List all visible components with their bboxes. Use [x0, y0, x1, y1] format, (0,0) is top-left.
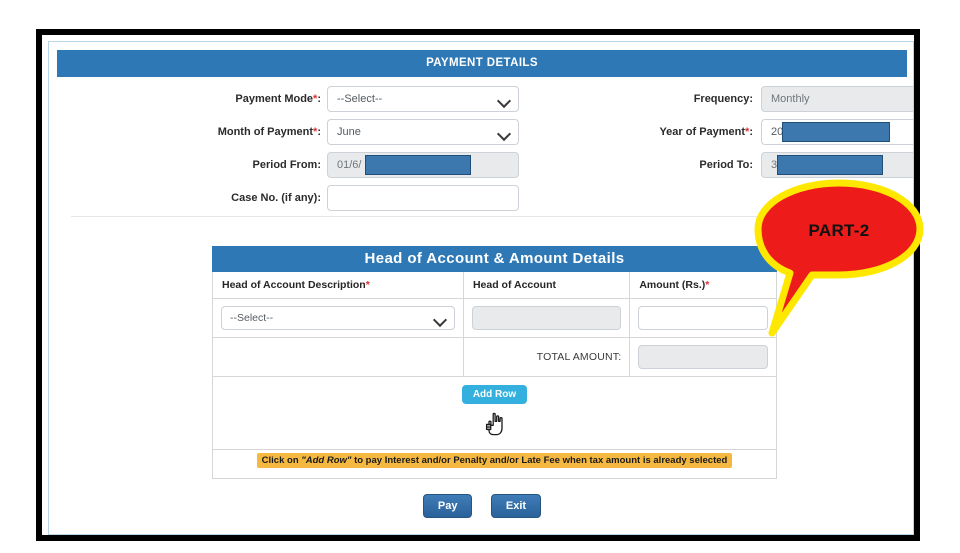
column-header-account: Head of Account	[463, 272, 631, 299]
pay-button[interactable]: Pay	[422, 494, 473, 518]
payment-details-panel: PAYMENT DETAILS Payment Mode*: --Select--…	[48, 41, 914, 535]
head-of-account-description-select[interactable]: --Select--	[221, 306, 455, 330]
label-frequency: Frequency:	[693, 93, 753, 105]
add-row-cell: Add Row	[212, 376, 777, 450]
add-row-container-row: Add Row	[212, 376, 777, 450]
select-frequency[interactable]: Monthly	[761, 86, 913, 112]
cell-description: --Select--	[212, 298, 464, 338]
chevron-down-icon	[432, 312, 448, 328]
screenshot-frame: PAYMENT DETAILS Payment Mode*: --Select--…	[36, 29, 920, 541]
total-amount-cell	[629, 337, 777, 377]
amount-input[interactable]	[638, 306, 768, 330]
label-year-of-payment: Year of Payment*:	[659, 126, 753, 138]
column-header-description: Head of Account Description*	[212, 272, 464, 299]
select-year-of-payment[interactable]: 20	[761, 119, 913, 145]
total-spacer-cell	[212, 337, 464, 377]
redaction-bar	[782, 122, 890, 142]
table-header-row: Head of Account Description* Head of Acc…	[212, 272, 777, 299]
head-of-account-table: Head of Account Description* Head of Acc…	[212, 272, 777, 479]
redaction-bar	[777, 155, 883, 175]
note-emphasis: "Add Row"	[301, 455, 352, 466]
column-header-amount-label: Amount (Rs.)	[639, 279, 706, 291]
field-row: Year of Payment*: 20	[49, 119, 913, 145]
head-of-account-title: Head of Account & Amount Details	[212, 246, 777, 272]
head-of-account-section: Head of Account & Amount Details Head of…	[212, 246, 777, 479]
note-suffix: to pay Interest and/or Penalty and/or La…	[351, 455, 728, 466]
field-row: Period To: 3	[49, 152, 913, 178]
column-header-amount: Amount (Rs.)*	[629, 272, 777, 299]
required-marker: *	[705, 279, 710, 291]
head-of-account-input[interactable]	[471, 306, 622, 330]
total-amount-input	[638, 345, 768, 369]
total-row: TOTAL AMOUNT:	[212, 337, 777, 377]
column-header-description-label: Head of Account Description	[222, 279, 366, 291]
note-prefix: Click on	[261, 455, 302, 466]
head-of-account-description-value: --Select--	[230, 312, 274, 324]
add-row-button[interactable]: Add Row	[461, 385, 528, 404]
add-row-help-note: Click on "Add Row" to pay Interest and/o…	[256, 453, 733, 468]
table-row: --Select--	[212, 298, 777, 338]
label-case-no-if-any: Case No. (if any):	[231, 192, 321, 204]
pointing-hand-cursor-icon	[485, 412, 503, 436]
column-header-account-label: Head of Account	[472, 279, 556, 291]
required-marker: *	[745, 126, 750, 138]
total-amount-label: TOTAL AMOUNT:	[536, 351, 622, 363]
payment-form: Payment Mode*: --Select-- Month of Payment…	[49, 86, 913, 214]
page-title: PAYMENT DETAILS	[57, 50, 907, 77]
cell-account	[463, 298, 631, 338]
exit-button[interactable]: Exit	[490, 494, 542, 518]
input-period-to[interactable]: 3	[761, 152, 913, 178]
label-period-to: Period To:	[699, 159, 753, 171]
total-amount-label-cell: TOTAL AMOUNT:	[463, 337, 631, 377]
cell-amount	[629, 298, 777, 338]
value-frequency: Monthly	[771, 93, 810, 105]
note-row: Click on "Add Row" to pay Interest and/o…	[213, 450, 777, 479]
action-button-bar: Pay Exit	[49, 494, 913, 518]
form-divider	[71, 216, 895, 217]
input-case-no-if-any[interactable]	[327, 185, 519, 211]
field-row: Case No. (if any):	[49, 185, 913, 211]
required-marker: *	[365, 279, 370, 291]
field-row: Frequency: Monthly	[49, 86, 913, 112]
note-cell: Click on "Add Row" to pay Interest and/o…	[213, 450, 777, 479]
